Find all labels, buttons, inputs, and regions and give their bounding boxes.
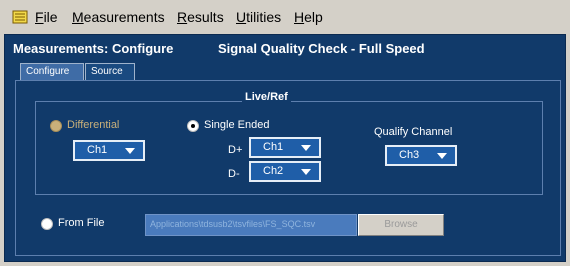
menu-utilities[interactable]: Utilities: [236, 9, 281, 25]
menu-utilities-label: tilities: [246, 9, 282, 25]
liveref-title: Live/Ref: [242, 91, 291, 103]
tab-source[interactable]: Source: [85, 63, 135, 80]
single-ended-label: Single Ended: [204, 119, 270, 131]
menu-file-label: ile: [43, 9, 58, 25]
single-ended-radio[interactable]: [187, 120, 199, 132]
qualify-channel-value: Ch3: [399, 149, 420, 161]
differential-radio[interactable]: [50, 120, 62, 132]
tab-configure[interactable]: Configure: [20, 63, 84, 80]
menu-help[interactable]: Help: [294, 9, 323, 25]
qualify-channel-dropdown[interactable]: Ch3: [385, 145, 457, 166]
browse-button[interactable]: Browse: [358, 214, 444, 236]
chevron-down-icon: [437, 153, 447, 159]
menu-file-mnemonic: F: [35, 9, 44, 25]
dminus-channel-dropdown[interactable]: Ch2: [249, 161, 321, 182]
menu-bar: File Measurements Results Utilities Help: [0, 0, 570, 32]
app-icon[interactable]: [12, 9, 28, 25]
dminus-channel-value: Ch2: [263, 165, 284, 177]
dplus-channel-dropdown[interactable]: Ch1: [249, 137, 321, 158]
qualify-channel-label: Qualify Channel: [374, 126, 453, 138]
page-title: Measurements: Configure: [13, 41, 174, 56]
menu-help-label: elp: [304, 9, 323, 25]
menu-measurements-label: easurements: [83, 9, 165, 25]
dplus-label: D+: [228, 144, 243, 156]
menu-measurements-mnemonic: M: [72, 9, 84, 25]
menu-results-label: esults: [187, 9, 224, 25]
differential-label: Differential: [67, 119, 120, 131]
liveref-group: Differential Ch1 Single Ended D+ Ch1 D- …: [35, 101, 543, 195]
from-file-radio[interactable]: [41, 218, 53, 230]
differential-channel-value: Ch1: [87, 144, 108, 156]
from-file-label: From File: [58, 217, 105, 229]
chevron-down-icon: [301, 169, 311, 175]
dplus-channel-value: Ch1: [263, 141, 284, 153]
menu-measurements[interactable]: Measurements: [72, 9, 165, 25]
configure-panel: Measurements: Configure Signal Quality C…: [4, 34, 566, 262]
file-path-field[interactable]: Applications\tdsusb2\tsvfiles\FS_SQC.tsv: [145, 214, 357, 236]
page-subtitle: Signal Quality Check - Full Speed: [218, 41, 425, 56]
menu-help-mnemonic: H: [294, 9, 305, 25]
dminus-label: D-: [228, 168, 240, 180]
menu-results[interactable]: Results: [177, 9, 224, 25]
menu-file[interactable]: File: [35, 9, 58, 25]
chevron-down-icon: [125, 148, 135, 154]
chevron-down-icon: [301, 145, 311, 151]
menu-results-mnemonic: R: [177, 9, 188, 25]
menu-utilities-mnemonic: U: [236, 9, 247, 25]
differential-channel-dropdown[interactable]: Ch1: [73, 140, 145, 161]
